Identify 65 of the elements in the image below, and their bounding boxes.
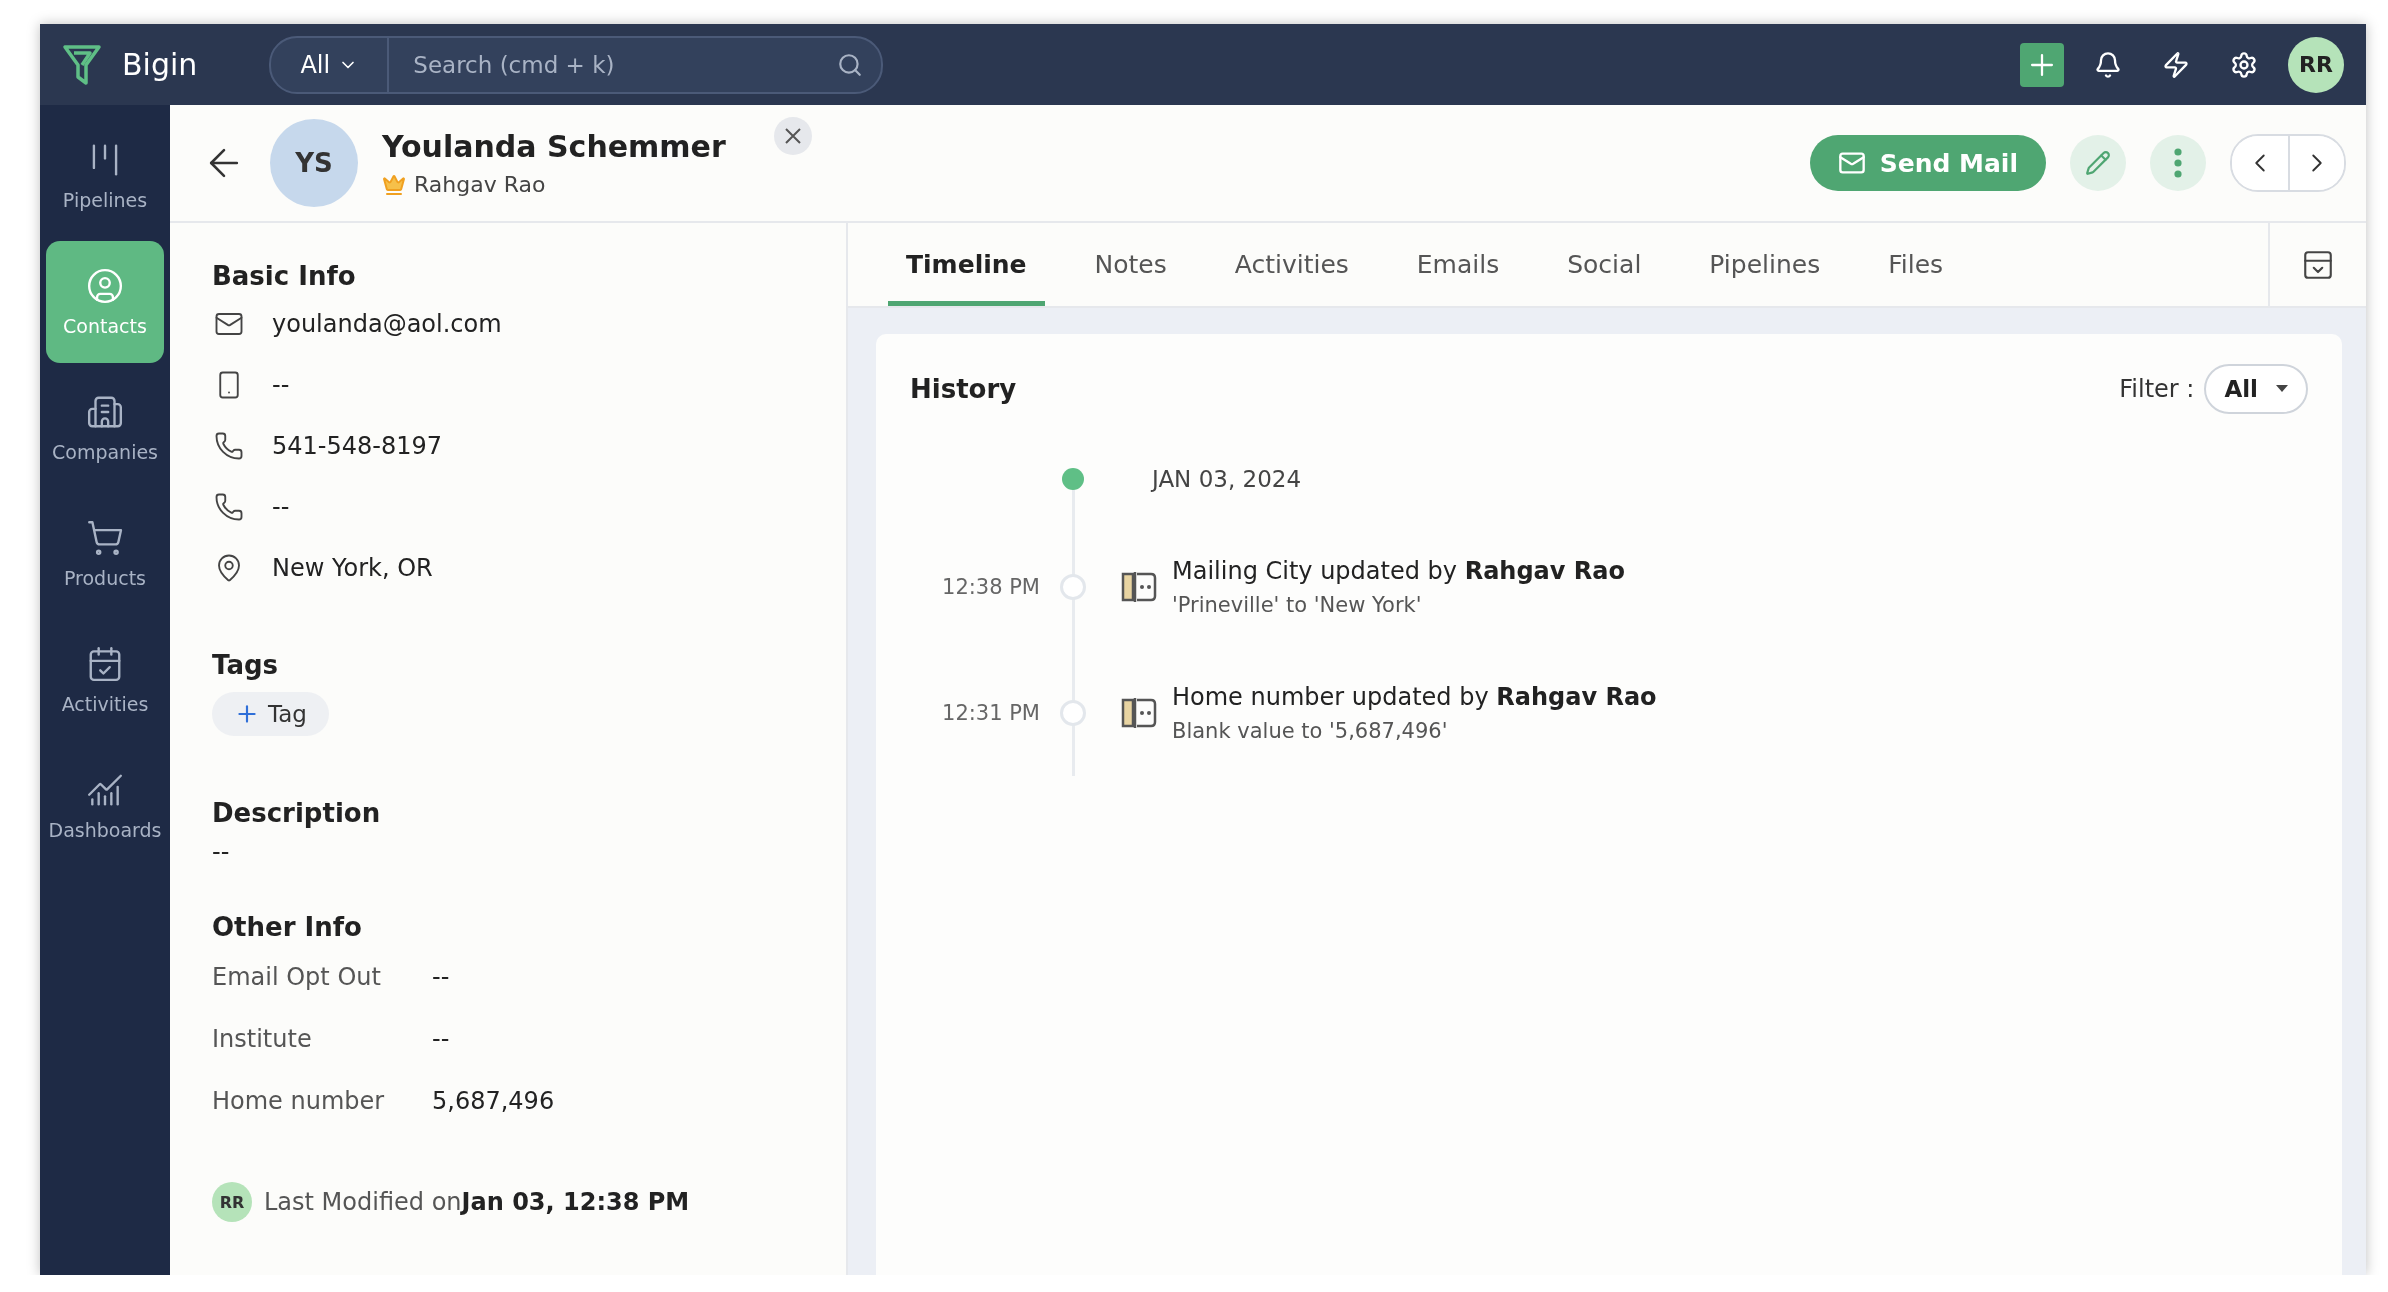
field-value: -- [432, 1025, 450, 1053]
tab[interactable]: Pipelines [1691, 223, 1839, 306]
sidebar-item[interactable]: Dashboards [46, 745, 164, 867]
add-tag-button[interactable]: Tag [212, 692, 329, 736]
field-value: 5,687,496 [432, 1087, 555, 1115]
search-icon [837, 51, 864, 78]
more-options-button[interactable] [2150, 135, 2206, 191]
timeline-time: 12:38 PM [941, 575, 1040, 599]
timeline-dot [1060, 574, 1086, 600]
caret-icon [2276, 385, 2288, 393]
tab[interactable]: Notes [1076, 223, 1185, 306]
history-entry-text: Home number updated by Rahgav Rao [1172, 683, 1658, 711]
history-title: History [910, 374, 1017, 404]
section-title: Tags [212, 650, 279, 680]
tab[interactable]: Emails [1398, 223, 1518, 306]
field-value: -- [272, 370, 290, 399]
field-label: Home number [212, 1087, 386, 1115]
section-title: Basic Info [212, 261, 357, 291]
tab[interactable]: Files [1870, 223, 1962, 306]
change-log-icon [1119, 696, 1159, 730]
phone-icon [214, 430, 244, 461]
change-log-icon [1119, 570, 1159, 604]
tab[interactable]: Activities [1216, 223, 1367, 306]
pencil-icon [2085, 150, 2111, 176]
field-value: -- [272, 492, 290, 521]
search-field[interactable]: All Search (cmd + k) [269, 35, 884, 94]
modifier-avatar: RR [212, 1182, 252, 1222]
more-options-icon [2174, 148, 2182, 178]
history-entry-detail: 'Prineville' to 'New York' [1172, 593, 1423, 617]
timeline-date: JAN 03, 2024 [1152, 466, 1303, 492]
section-title: Other Info [212, 912, 363, 942]
field-value: -- [432, 963, 450, 991]
edit-button[interactable] [2070, 135, 2126, 191]
history-entry-detail: Blank value to '5,687,496' [1172, 719, 1449, 743]
products-icon [86, 519, 124, 557]
sidebar-item[interactable]: Products [46, 493, 164, 615]
telephone-icon [214, 491, 244, 522]
tab[interactable]: Social [1549, 223, 1660, 306]
field-value: youlanda@aol.com [272, 309, 502, 338]
sidebar-item[interactable]: Pipelines [46, 115, 164, 237]
crown-icon [382, 172, 406, 197]
field-label: Email Opt Out [212, 963, 382, 991]
search-scope-dropdown[interactable]: All [271, 37, 390, 92]
field-label: Institute [212, 1025, 313, 1053]
contacts-icon [86, 267, 124, 305]
contact-avatar: YS [270, 119, 358, 207]
description-value: -- [212, 838, 231, 866]
owner-name: Rahgav Rao [414, 172, 546, 197]
section-title: Description [212, 798, 382, 828]
filter-dropdown[interactable]: All [2204, 364, 2308, 414]
logo-icon [62, 42, 102, 87]
sidebar-item[interactable]: Companies [46, 367, 164, 489]
field-value: New York, OR [272, 553, 433, 582]
timeline-time: 12:31 PM [941, 701, 1040, 725]
user-avatar[interactable]: RR [2288, 36, 2344, 93]
sidebar-item[interactable]: Activities [46, 619, 164, 741]
timeline-dot [1062, 468, 1084, 490]
timeline-dot [1060, 700, 1086, 726]
last-modified-text: Last Modified onJan 03, 12:38 PM [264, 1188, 690, 1216]
app-name: Bigin [122, 47, 198, 82]
history-entry-text: Mailing City updated by Rahgav Rao [1172, 557, 1626, 585]
filter-label: Filter : [2119, 375, 2195, 403]
field-value: 541-548-8197 [272, 431, 442, 460]
add-button[interactable] [2020, 42, 2064, 87]
contact-name: Youlanda Schemmer [382, 129, 726, 164]
